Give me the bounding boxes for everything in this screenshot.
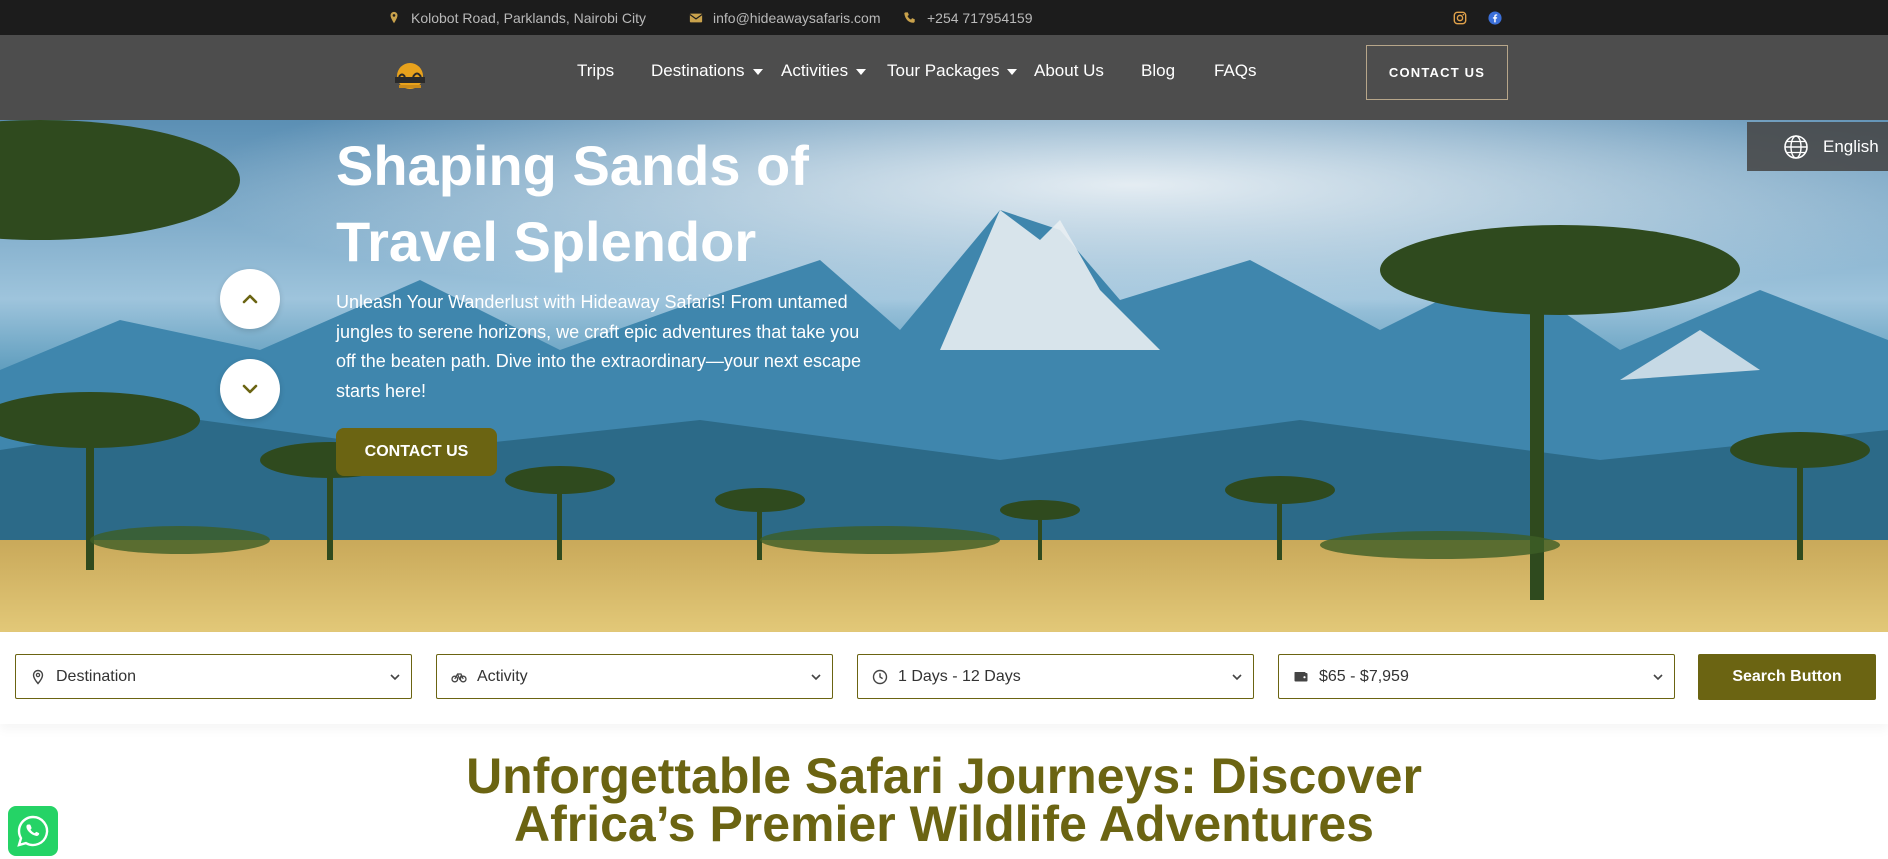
nav-blog-label: Blog [1141,61,1176,80]
facebook-icon[interactable] [1487,10,1503,26]
chevron-down-icon [1653,674,1663,681]
envelope-icon [688,10,704,26]
bicycle-icon [451,669,467,685]
email-info[interactable]: info@hideawaysafaris.com [688,0,881,35]
activity-value: Activity [477,667,528,685]
nav-destinations[interactable]: Destinations [651,35,763,107]
section-heading: Unforgettable Safari Journeys: Discover … [444,748,1444,852]
duration-value: 1 Days - 12 Days [898,667,1021,685]
activity-select[interactable]: Activity [436,654,833,699]
nav-destinations-label: Destinations [651,61,745,80]
clock-icon [872,669,888,685]
whatsapp-button[interactable] [8,806,58,856]
nav-about-us[interactable]: About Us [1034,35,1104,107]
nav-tour-packages[interactable]: Tour Packages [887,35,1018,107]
nav-trips-label: Trips [577,61,615,80]
price-select[interactable]: $65 - $7,959 [1278,654,1675,699]
nav-tour-packages-label: Tour Packages [887,61,1000,80]
section-heading-line-1: Unforgettable Safari Journeys: Discover [466,748,1422,804]
nav-faqs-label: FAQs [1214,61,1257,80]
address-info: Kolobot Road, Parklands, Nairobi City [386,0,646,35]
chevron-down-icon [242,384,258,394]
top-info-bar: Kolobot Road, Parklands, Nairobi City in… [0,0,1888,35]
hero-background-image [0,120,1888,632]
slide-next-button[interactable] [220,359,280,419]
header-contact-button[interactable]: CONTACT US [1366,45,1508,100]
hero-title: Shaping Sands of Travel Splendor [336,128,896,280]
destination-value: Destination [56,667,137,685]
phone-text[interactable]: +254 717954159 [927,10,1033,26]
caret-down-icon [752,69,763,75]
phone-icon [902,10,918,26]
money-icon [1293,669,1309,685]
language-label: English [1823,136,1879,156]
address-text: Kolobot Road, Parklands, Nairobi City [411,9,647,26]
nav-blog[interactable]: Blog [1141,35,1175,107]
main-header: Trips Destinations Activities Tour Packa… [0,35,1888,120]
search-filter-bar: Destination Activity 1 Days - 12 Days $6… [0,632,1888,724]
slide-prev-button[interactable] [220,269,280,329]
language-selector[interactable]: English [1747,122,1888,171]
chevron-down-icon [1232,674,1242,681]
hero-contact-button[interactable]: CONTACT US [336,428,497,476]
nav-about-us-label: About Us [1034,61,1104,80]
map-pin-icon [30,669,46,685]
hero-description: Unleash Your Wanderlust with Hideaway Sa… [336,292,861,401]
chevron-down-icon [811,674,821,681]
nav-faqs[interactable]: FAQs [1214,35,1257,107]
duration-select[interactable]: 1 Days - 12 Days [857,654,1254,699]
site-logo[interactable] [391,57,429,95]
nav-activities-label: Activities [781,61,849,80]
facebook-link[interactable] [1487,0,1503,35]
section-heading-line-2: Africa’s Premier Wildlife Adventures [513,796,1374,852]
chevron-down-icon [390,674,400,681]
whatsapp-icon [17,815,49,847]
location-pin-icon [386,10,402,26]
hero-section: English Shaping Sands of Travel Splendor… [0,120,1888,632]
hero-title-line-2: Travel Splendor [336,210,757,273]
caret-down-icon [1007,69,1018,75]
hero-title-line-1: Shaping Sands of [336,134,809,197]
instagram-icon[interactable] [1452,10,1468,26]
phone-info[interactable]: +254 717954159 [902,0,1033,35]
instagram-link[interactable] [1452,0,1468,35]
nav-trips[interactable]: Trips [577,35,614,107]
globe-icon [1784,134,1808,159]
price-value: $65 - $7,959 [1319,667,1409,685]
destination-select[interactable]: Destination [15,654,412,699]
caret-down-icon [856,69,867,75]
chevron-up-icon [242,294,258,304]
email-text[interactable]: info@hideawaysafaris.com [713,10,881,26]
nav-activities[interactable]: Activities [781,35,867,107]
search-button[interactable]: Search Button [1698,654,1876,700]
